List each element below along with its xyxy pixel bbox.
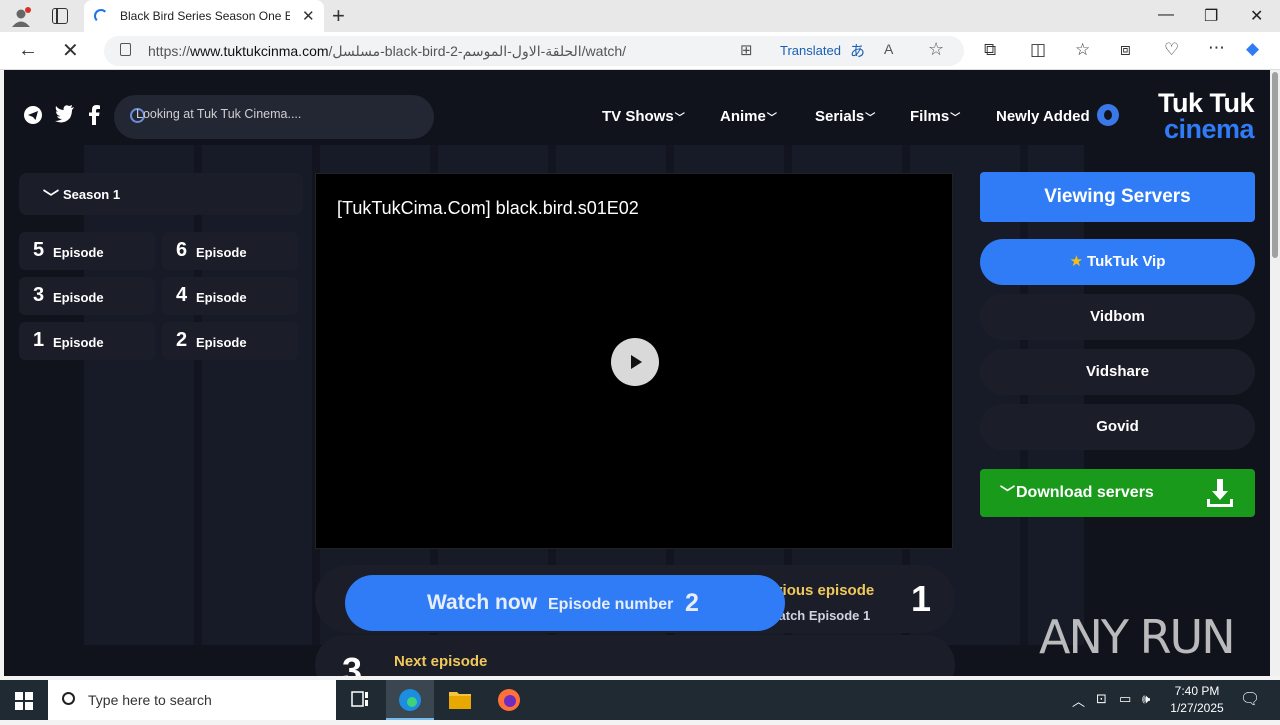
chevron-down-icon: ﹀ [43,190,60,207]
chevron-down-icon: ﹀ [674,113,685,124]
episode-button-5[interactable]: 5 Episode [19,232,155,270]
restore-button[interactable]: ❐ [1204,6,1218,26]
file-explorer-icon[interactable] [436,680,484,720]
translated-label[interactable]: Translated [780,43,841,58]
split-screen-icon[interactable]: ◫ [1030,40,1046,60]
collections-icon[interactable]: ⧈ [1120,40,1131,60]
video-player[interactable]: [TukTukCima.Com] black.bird.s01E02 [315,173,953,549]
scrollbar-thumb[interactable] [1272,72,1278,258]
search-icon [62,692,75,705]
server-tuktuk-vip[interactable]: ★ TukTuk Vip [980,239,1255,285]
server-vidbom[interactable]: Vidbom [980,294,1255,340]
chevron-down-icon: ﹀ [1000,485,1016,502]
anyrun-watermark: ANY RUN [1039,610,1236,664]
system-clock[interactable]: 7:40 PM 1/27/2025 [1160,683,1234,717]
firefox-icon[interactable] [485,680,533,720]
nav-tv-shows[interactable]: TV Shows﹀ [602,108,685,125]
nav-anime[interactable]: Anime﹀ [720,108,777,125]
tab-title: Black Bird Series Season One Epi [120,9,290,23]
twitter-icon[interactable] [55,105,75,123]
site-search-box[interactable] [114,95,434,139]
facebook-icon[interactable] [88,105,100,125]
taskbar-search-placeholder: Type here to search [88,692,212,708]
chevron-down-icon: ﹀ [766,113,777,124]
active-tab[interactable]: Black Bird Series Season One Epi ✕ [84,0,324,32]
windows-taskbar: Type here to search ︿ ⊡ ▭ 🕪 7:40 PM 1/27… [0,680,1280,720]
page-scrollbar[interactable] [1270,70,1280,676]
flame-icon[interactable] [1097,104,1119,126]
lock-icon[interactable] [120,43,131,56]
taskbar-search-box[interactable]: Type here to search [48,680,336,720]
stop-loading-button[interactable]: ✕ [62,38,79,63]
translate-icon[interactable]: あ [850,40,865,61]
wifi-icon[interactable]: ▭ [1119,691,1131,707]
close-tab-icon[interactable]: ✕ [302,7,315,25]
episode-button-2[interactable]: 2 Episode [162,322,298,360]
download-servers-button[interactable]: ﹀ Download servers [980,469,1255,517]
favorite-star-icon[interactable]: ☆ [928,39,944,60]
tab-actions-icon[interactable] [52,8,68,24]
edge-browser-icon[interactable] [386,680,434,720]
nav-serials[interactable]: Serials﹀ [815,108,875,125]
telegram-icon[interactable] [23,105,43,125]
profile-icon[interactable] [10,6,32,28]
download-icon [1207,479,1233,507]
site-search-input[interactable] [136,107,416,121]
episode-button-6[interactable]: 6 Episode [162,232,298,270]
windows-start-icon[interactable] [15,692,33,710]
task-view-icon[interactable] [336,680,384,720]
copilot-icon[interactable]: ◆ [1246,39,1259,59]
read-aloud-icon[interactable]: A [884,41,893,57]
url-text[interactable]: https://www.tuktukcinma.com/مسلسل-black-… [148,43,626,60]
previous-episode-number: 1 [911,578,932,619]
viewing-servers-heading: Viewing Servers [980,172,1255,222]
play-icon[interactable] [611,338,659,386]
browser-tab-strip: Black Bird Series Season One Epi ✕ + — ❐… [0,0,1280,32]
address-toolbar: ← ✕ https://www.tuktukcinma.com/مسلسل-bl… [0,32,1280,70]
server-govid[interactable]: Govid [980,404,1255,450]
chevron-down-icon: ﹀ [950,113,961,124]
settings-more-icon[interactable]: ⋯ [1208,38,1225,58]
new-tab-button[interactable]: + [332,3,345,29]
notifications-icon[interactable]: 🗨 [1240,689,1260,709]
server-vidshare[interactable]: Vidshare [980,349,1255,395]
episode-button-1[interactable]: 1 Episode [19,322,155,360]
back-button[interactable]: ← [18,39,38,62]
loading-icon [94,9,108,23]
favorites-icon[interactable]: ☆ [1075,40,1090,60]
next-episode-label[interactable]: Next episode [394,653,487,670]
season-label: Season 1 [63,187,121,202]
app-available-icon[interactable]: ⊞ [740,41,753,59]
site-logo[interactable]: Tuk Tuk cinema [1144,90,1255,143]
volume-icon[interactable]: 🕪 [1142,691,1150,707]
nav-newly-added[interactable]: Newly Added [996,108,1090,125]
episode-button-4[interactable]: 4 Episode [162,277,298,315]
chevron-down-icon: ﹀ [865,113,876,124]
nav-films[interactable]: Films﹀ [910,108,960,125]
episode-button-3[interactable]: 3 Episode [19,277,155,315]
extensions-icon[interactable]: ⧉ [984,40,996,60]
web-page: TV Shows﹀ Anime﹀ Serials﹀ Films﹀ Newly A… [4,70,1270,676]
close-window-button[interactable]: ✕ [1250,6,1263,26]
watch-now-button[interactable]: Watch now Episode number 2 [345,575,785,631]
video-title: [TukTukCima.Com] black.bird.s01E02 [337,198,639,218]
network-icon[interactable]: ⊡ [1096,691,1107,707]
minimize-button[interactable]: — [1158,6,1174,24]
address-bar[interactable]: https://www.tuktukcinma.com/مسلسل-black-… [104,36,964,66]
season-selector[interactable]: ﹀ Season 1 [19,173,303,215]
performance-icon[interactable]: ♡ [1164,40,1179,60]
next-episode-number: 3 [342,650,363,676]
show-hidden-icons[interactable]: ︿ [1072,691,1085,710]
star-icon: ★ [1069,253,1084,270]
